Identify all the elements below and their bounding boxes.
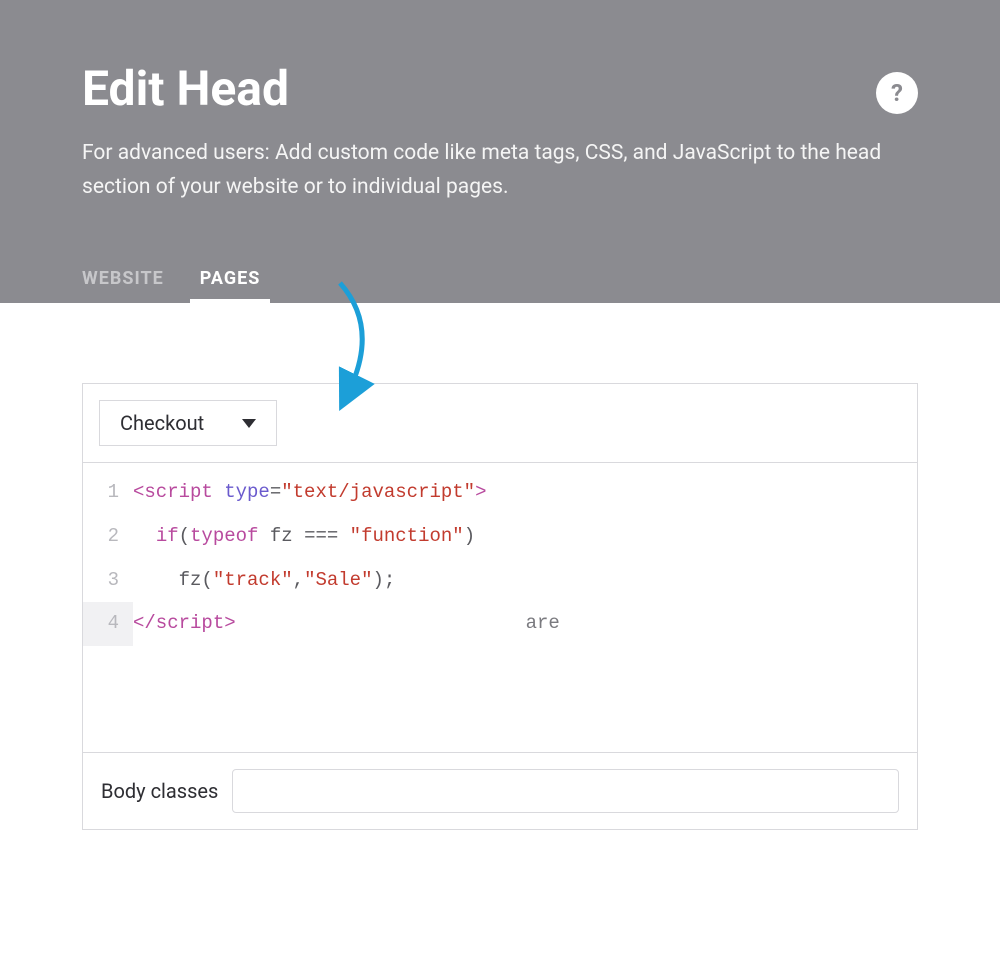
code-line: 4 </script>are — [83, 602, 917, 646]
gutter-number: 4 — [83, 602, 133, 646]
header-top: Edit Head ? — [82, 60, 918, 137]
content: Checkout 1 <script type="text/javascript… — [0, 303, 1000, 860]
code-content: if(typeof fz === "function") — [133, 515, 475, 559]
dropdown-selected-label: Checkout — [120, 411, 204, 435]
panel: Checkout 1 <script type="text/javascript… — [82, 383, 918, 830]
code-content: </script>are — [133, 602, 917, 646]
body-classes-input[interactable] — [232, 769, 899, 813]
gutter-number: 1 — [83, 471, 133, 515]
page-description: For advanced users: Add custom code like… — [82, 137, 902, 204]
help-icon[interactable]: ? — [876, 72, 918, 114]
header: Edit Head ? For advanced users: Add cust… — [0, 0, 1000, 303]
tab-website[interactable]: WEBSITE — [82, 254, 164, 303]
tabs: WEBSITE PAGES — [82, 254, 918, 303]
code-line: 1 <script type="text/javascript"> — [83, 471, 917, 515]
code-line: 2 if(typeof fz === "function") — [83, 515, 917, 559]
body-classes-row: Body classes — [83, 753, 917, 829]
page-select-dropdown[interactable]: Checkout — [99, 400, 277, 446]
gutter-number: 3 — [83, 559, 133, 603]
code-content: fz("track","Sale"); — [133, 559, 395, 603]
code-editor[interactable]: 1 <script type="text/javascript"> 2 if(t… — [83, 463, 917, 753]
code-line: 3 fz("track","Sale"); — [83, 559, 917, 603]
gutter-number: 2 — [83, 515, 133, 559]
code-content: <script type="text/javascript"> — [133, 471, 487, 515]
stray-text: are — [526, 602, 560, 646]
tab-pages[interactable]: PAGES — [200, 254, 261, 303]
chevron-down-icon — [242, 419, 256, 428]
page-title: Edit Head — [82, 60, 289, 117]
panel-header: Checkout — [83, 384, 917, 463]
body-classes-label: Body classes — [101, 779, 218, 803]
